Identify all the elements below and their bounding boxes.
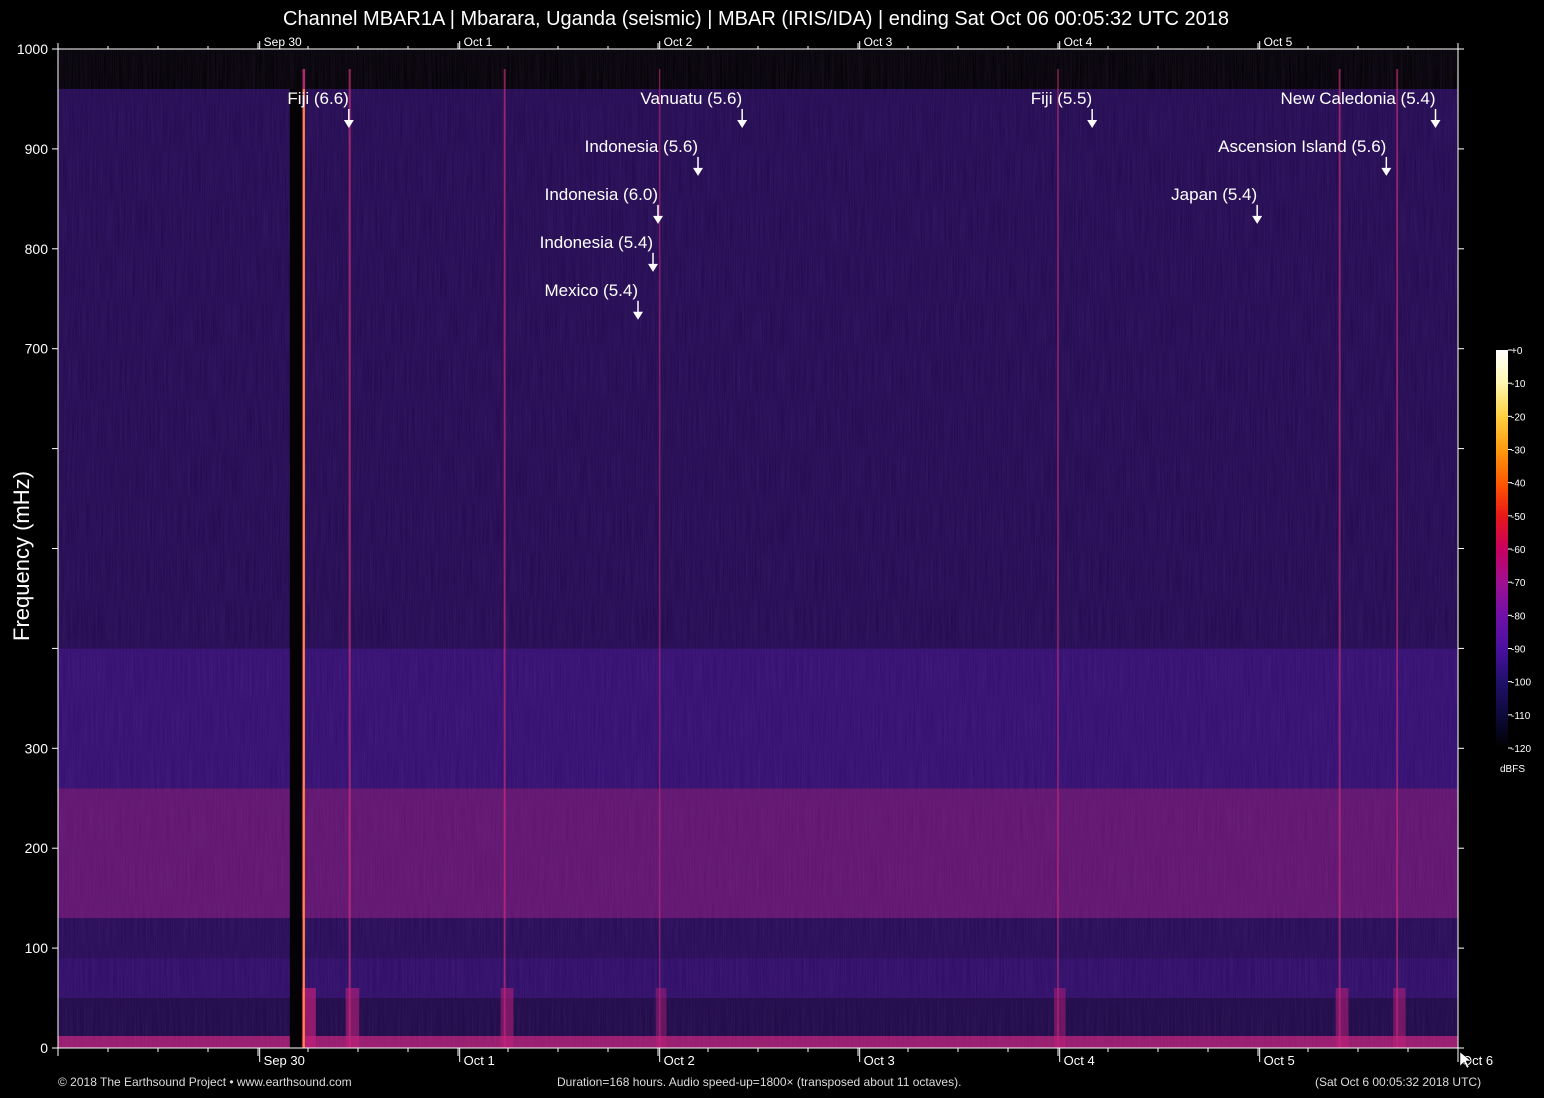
colorbar-gradient xyxy=(1496,350,1508,748)
event-line-glow-6 xyxy=(1393,988,1406,1048)
colorbar-tick-label-4: -40 xyxy=(1511,479,1526,490)
y-tick-label-8: 800 xyxy=(25,241,49,257)
colorbar-tick-label-5: -50 xyxy=(1511,512,1526,523)
event-line-glow-3 xyxy=(655,988,667,1048)
x-tick-label-top-2: Oct 2 xyxy=(664,35,693,49)
event-label-8: Ascension Island (5.6) xyxy=(1218,137,1386,156)
event-line-glow-4 xyxy=(1054,988,1066,1048)
event-line-glow-5 xyxy=(1335,988,1349,1048)
colorbar-label: dBFS xyxy=(1500,764,1525,775)
colorbar-tick-label-0: +0 xyxy=(1511,346,1523,357)
event-label-5: Mexico (5.4) xyxy=(544,281,638,300)
x-tick-label-bottom-2: Oct 2 xyxy=(664,1053,695,1068)
colorbar-tick-label-2: -20 xyxy=(1511,412,1526,423)
x-tick-label-bottom-1: Oct 1 xyxy=(464,1053,495,1068)
y-tick-label-3: 300 xyxy=(25,740,49,756)
x-tick-label-bottom-4: Oct 4 xyxy=(1064,1053,1095,1068)
event-label-4: Indonesia (5.4) xyxy=(540,233,653,252)
x-tick-label-bottom-3: Oct 3 xyxy=(864,1053,895,1068)
colorbar-tick-label-10: -100 xyxy=(1511,678,1531,689)
x-tick-label-top-0: Sep 30 xyxy=(264,35,302,49)
x-tick-label-top-3: Oct 3 xyxy=(864,35,893,49)
end-time-text: (Sat Oct 6 00:05:32 2018 UTC) xyxy=(1315,1075,1482,1089)
x-tick-label-top-5: Oct 5 xyxy=(1264,35,1293,49)
event-label-1: Vanuatu (5.6) xyxy=(640,89,742,108)
spectrogram-figure: Channel MBAR1A | Mbarara, Uganda (seismi… xyxy=(0,0,1544,1098)
x-tick-label-top-1: Oct 1 xyxy=(464,35,493,49)
colorbar-tick-label-1: -10 xyxy=(1511,379,1526,390)
colorbar-tick-label-6: -60 xyxy=(1511,545,1526,556)
colorbar-tick-label-8: -80 xyxy=(1511,611,1526,622)
x-tick-label-bottom-5: Oct 5 xyxy=(1264,1053,1295,1068)
y-tick-label-7: 700 xyxy=(25,341,49,357)
x-tick-label-bottom-0: Sep 30 xyxy=(264,1053,305,1068)
duration-text: Duration=168 hours. Audio speed-up=1800×… xyxy=(557,1075,962,1089)
colorbar: +0 -10 -20 -30 -40 -50 -60 -70 -80 -90 -100 -110 -12… xyxy=(1496,346,1531,775)
copyright-text: © 2018 The Earthsound Project • www.eart… xyxy=(58,1075,352,1089)
event-line-glow-0 xyxy=(299,988,316,1048)
colorbar-tick-label-7: -70 xyxy=(1511,578,1526,589)
event-label-3: Indonesia (6.0) xyxy=(545,185,658,204)
colorbar-tick-label-12: -120 xyxy=(1511,744,1531,755)
event-label-6: Fiji (5.5) xyxy=(1031,89,1092,108)
data-gap xyxy=(289,88,302,1048)
event-label-0: Fiji (6.6) xyxy=(287,89,348,108)
event-label-7: New Caledonia (5.4) xyxy=(1281,89,1436,108)
event-label-9: Japan (5.4) xyxy=(1171,185,1257,204)
event-line-glow-1 xyxy=(345,988,360,1048)
x-tick-label-top-4: Oct 4 xyxy=(1064,35,1093,49)
y-tick-label-2: 200 xyxy=(25,840,49,856)
event-label-2: Indonesia (5.6) xyxy=(585,137,698,156)
y-tick-label-0: 0 xyxy=(40,1040,48,1056)
y-tick-label-10: 1000 xyxy=(17,41,48,57)
colorbar-tick-label-9: -90 xyxy=(1511,645,1526,656)
y-tick-label-1: 100 xyxy=(25,940,49,956)
colorbar-tick-label-3: -30 xyxy=(1511,446,1526,457)
y-tick-label-9: 900 xyxy=(25,141,49,157)
spectrogram-chart: 0 100 200 300 700 800 900 1000 Sep 30 Oct 1 Oct 2 O… xyxy=(17,35,1531,1069)
y-axis-label: Frequency (mHz) xyxy=(9,471,34,641)
event-line-glow-2 xyxy=(500,988,514,1048)
colorbar-tick-label-11: -110 xyxy=(1511,711,1531,722)
